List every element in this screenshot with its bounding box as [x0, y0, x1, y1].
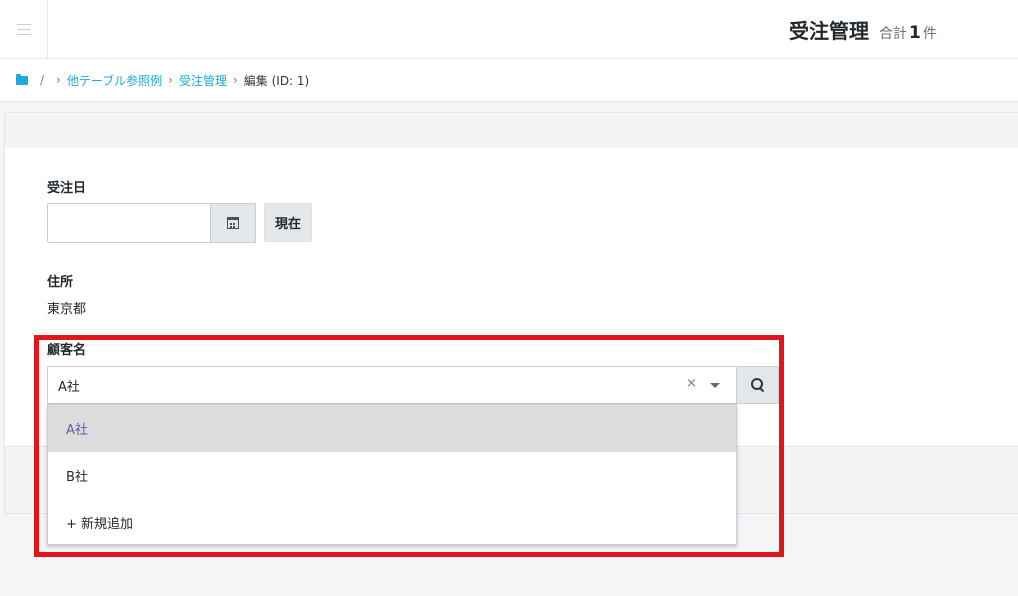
top-header: 受注管理 合計 1 件: [0, 0, 1018, 59]
dropdown-option-b[interactable]: B社: [48, 452, 736, 499]
customer-selected-value: A社: [58, 379, 80, 395]
address-value: 東京都: [47, 302, 87, 317]
caret-down-icon[interactable]: [710, 383, 720, 388]
now-button[interactable]: 現在: [264, 203, 312, 242]
search-icon: [750, 378, 765, 392]
customer-search-button[interactable]: [737, 366, 779, 404]
breadcrumb-current: 編集 (ID: 1): [243, 73, 310, 88]
close-icon[interactable]: ×: [686, 377, 697, 391]
breadcrumb-separator: ›: [56, 73, 61, 87]
breadcrumb-item-order-management[interactable]: 受注管理: [179, 72, 227, 89]
order-date-label: 受注日: [47, 181, 87, 196]
breadcrumb-separator: ›: [232, 73, 238, 87]
dropdown-option-a[interactable]: A社: [48, 405, 736, 452]
calendar-icon: [227, 217, 239, 229]
breadcrumb: / › 他テーブル参照例 › 受注管理 › 編集 (ID: 1): [0, 59, 1018, 102]
record-count-suffix: 件: [922, 26, 937, 42]
page-title: 受注管理: [789, 19, 869, 43]
card-header: [4, 112, 1018, 149]
record-count: 合計 1 件: [879, 23, 937, 43]
hamburger-icon[interactable]: [0, 0, 48, 58]
record-count-prefix: 合計: [879, 26, 907, 42]
order-date-input[interactable]: [47, 203, 211, 243]
address-label: 住所: [47, 275, 74, 290]
breadcrumb-separator: ›: [168, 73, 173, 87]
breadcrumb-root-separator: /: [40, 73, 45, 87]
folder-icon[interactable]: [16, 73, 28, 85]
calendar-button[interactable]: [211, 203, 256, 243]
dropdown-option-add-new[interactable]: + 新規追加: [48, 499, 736, 546]
customer-select[interactable]: A社: [47, 366, 737, 404]
title-area: 受注管理 合計 1 件: [789, 15, 937, 43]
breadcrumb-item-reference-example[interactable]: 他テーブル参照例: [67, 72, 162, 89]
record-count-number: 1: [909, 23, 921, 43]
customer-label: 顧客名: [47, 343, 87, 358]
customer-dropdown: A社 B社 + 新規追加: [47, 404, 737, 545]
